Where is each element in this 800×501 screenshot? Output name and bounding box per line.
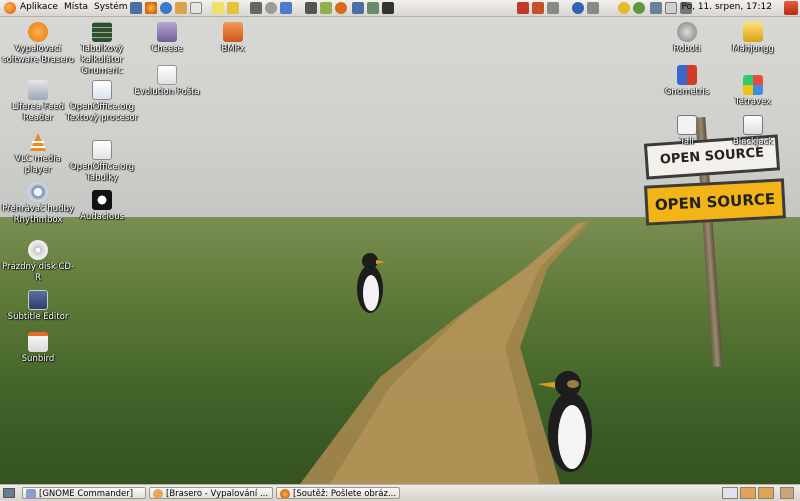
desktop-icon-oo-writer[interactable]: OpenOffice.org Textový procesor [65,80,139,124]
penguin-image [357,253,385,313]
launcher-icon[interactable] [320,2,332,14]
tray-icon[interactable] [587,2,599,14]
tray-icon[interactable] [532,2,544,14]
launcher-icon[interactable] [352,2,364,14]
desktop-icon-brasero[interactable]: Vypalovací software Brasero [1,22,75,66]
desktop-icon-gnumeric[interactable]: Tabulkový kalkulátor Gnumeric [65,22,139,77]
desktop-icon-cd[interactable]: Prázdný disk CD-R [1,240,75,284]
launcher-icon[interactable] [367,2,379,14]
desktop-icon-blackjack[interactable]: Blackjack [716,115,790,148]
desktop-icon-bmpx[interactable]: BMPx [196,22,270,55]
brasero-icon [28,22,48,42]
menu-places[interactable]: Místa [64,2,88,12]
launcher-icon[interactable] [190,2,202,14]
gnumeric-icon [92,22,112,42]
vlc-icon [28,132,48,152]
mail-icon[interactable] [665,2,677,14]
desktop-icon-evolution[interactable]: Evolution Pošta [130,65,204,98]
desktop-icon-liferea[interactable]: Liferea Feed Reader [1,80,75,124]
notes-icon[interactable] [227,2,239,14]
launcher-icon[interactable] [265,2,277,14]
launcher-icon[interactable] [250,2,262,14]
firefox-icon[interactable] [145,2,157,14]
desktop-icon-robots[interactable]: Roboti [650,22,724,55]
menu-applications[interactable]: Aplikace [20,2,58,12]
blackjack-icon [743,115,763,135]
workspace-3[interactable] [758,487,774,499]
desktop-icon-cheese[interactable]: Cheese [130,22,204,55]
desktop-icon-subtitle-editor[interactable]: Subtitle Editor [1,290,75,323]
taskbar-item-brasero[interactable]: [Brasero - Vypalování ... [149,487,273,499]
clock[interactable]: Po, 11. srpen, 17:12 [681,2,772,12]
desktop-icon-tali[interactable]: Tali [650,115,724,148]
workspace-1[interactable] [722,487,738,499]
trash-icon[interactable] [780,487,794,499]
thunderbird-icon[interactable] [160,2,172,14]
brasero-icon [153,489,163,498]
sign-bottom: OPEN SOURCE [644,178,786,226]
desktop-icon-gnometris[interactable]: Gnometris [650,65,724,98]
cd-icon [28,240,48,260]
desktop-icon-oo-calc[interactable]: OpenOffice.org Tabulky [65,140,139,184]
workspace-2[interactable] [740,487,756,499]
bmpx-icon [223,22,243,42]
robots-icon [677,22,697,42]
top-panel: Aplikace Místa Systém Po, 11. srpen, 17:… [0,0,800,17]
desktop: OPEN SOURCE OPEN SOURCE Vypalovací softw… [0,17,800,484]
evolution-icon [157,65,177,85]
tetravex-icon [743,75,763,95]
calc-icon [92,140,112,160]
camera-icon[interactable] [547,2,559,14]
tray-icon[interactable] [517,2,529,14]
desktop-icon-sunbird[interactable]: Sunbird [1,332,75,365]
desktop-icon-rhythmbox[interactable]: Přehrávač hudby Rhythmbox [1,182,75,226]
gnometris-icon [677,65,697,85]
firefox-icon [280,489,290,498]
writer-icon [92,80,112,100]
ubuntu-logo-icon[interactable] [4,2,16,14]
gnome-commander-icon [26,489,36,498]
tray-icon[interactable] [633,2,645,14]
help-icon[interactable] [572,2,584,14]
launcher-icon[interactable] [280,2,292,14]
audacious-icon [92,190,112,210]
desktop-icon-audacious[interactable]: Audacious [65,190,139,223]
taskbar-item-gnome-commander[interactable]: [GNOME Commander] [22,487,146,499]
tray-icon[interactable] [618,2,630,14]
gimp-icon[interactable] [382,2,394,14]
menu-system[interactable]: Systém [94,2,128,12]
rhythmbox-icon [28,182,48,202]
sunbird-icon [28,332,48,352]
tali-icon [677,115,697,135]
network-signal-icon[interactable] [650,2,662,14]
launcher-icon[interactable] [175,2,187,14]
desktop-icon-tetravex[interactable]: Tetravex [716,75,790,108]
liferea-icon [28,80,48,100]
penguin-image [537,371,592,472]
cheese-icon [157,22,177,42]
launcher-icon[interactable] [335,2,347,14]
desktop-icon-vlc[interactable]: VLC media player [1,132,75,176]
desktop-icon-mahjongg[interactable]: Mahjongg [716,22,790,55]
shutdown-icon[interactable] [784,1,798,15]
taskbar-item-firefox[interactable]: [Soutěž: Pošlete obráz... [276,487,400,499]
launcher-icon[interactable] [305,2,317,14]
show-desktop-icon[interactable] [3,488,15,498]
mahjongg-icon [743,22,763,42]
launcher-icon[interactable] [130,2,142,14]
text-editor-icon[interactable] [212,2,224,14]
subtitle-editor-icon [28,290,48,310]
bottom-panel: [GNOME Commander] [Brasero - Vypalování … [0,484,800,501]
